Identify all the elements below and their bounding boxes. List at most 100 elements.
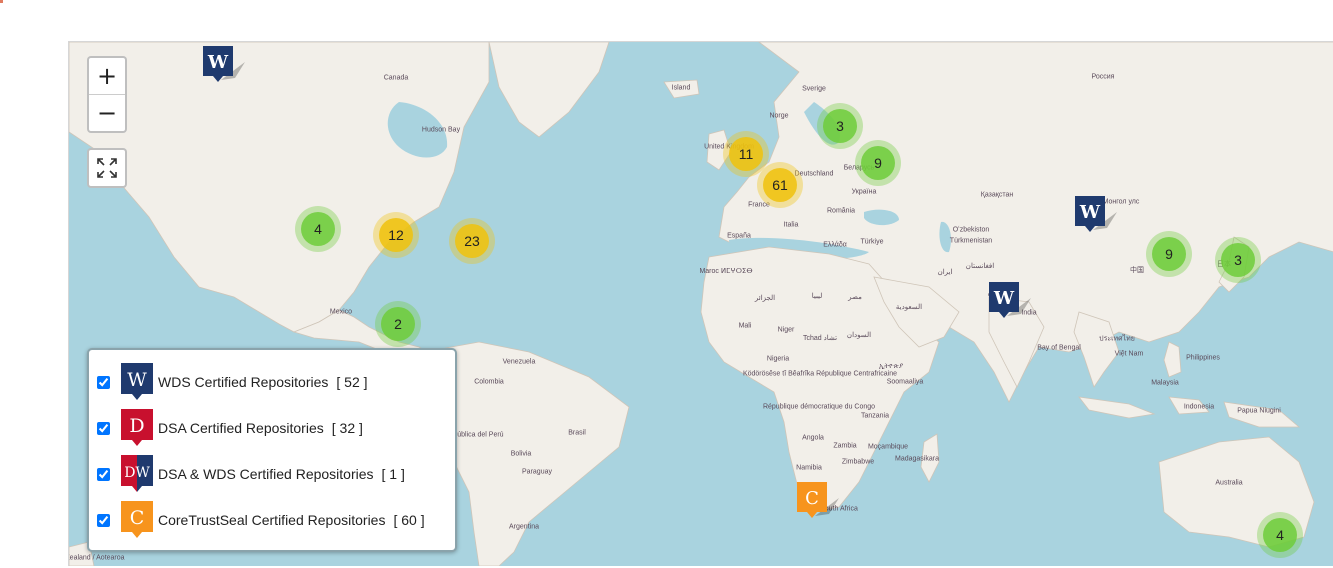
place-label: Namibia xyxy=(796,464,822,472)
place-label: السعودية xyxy=(895,304,923,311)
legend-count: [ 52 ] xyxy=(336,374,368,390)
wds-marker-icon: W xyxy=(203,46,245,82)
cluster-count: 3 xyxy=(1221,243,1255,277)
place-label: Hudson Bay xyxy=(421,126,461,134)
cluster-count: 61 xyxy=(763,168,797,202)
place-label: Malaysia xyxy=(1151,379,1179,387)
place-label: Madagasikara xyxy=(895,455,939,463)
wds-icon: W xyxy=(121,363,153,400)
place-label: Tanzania xyxy=(860,412,890,420)
place-label: Україна xyxy=(851,188,877,196)
cluster-marker[interactable]: 23 xyxy=(449,218,495,264)
place-label: Papua Niugini xyxy=(1237,407,1281,415)
marker-letter: C xyxy=(805,488,819,509)
cts-marker[interactable]: C xyxy=(795,480,841,524)
cluster-count: 2 xyxy=(381,307,415,341)
map-container[interactable]: Canada Island Sverige Norge Россия Hudson Bay… xyxy=(68,41,1333,566)
cluster-marker[interactable]: 2 xyxy=(375,301,421,347)
cluster-marker[interactable]: 4 xyxy=(295,206,341,252)
cluster-count: 3 xyxy=(823,109,857,143)
place-label: Việt Nam xyxy=(1114,350,1144,358)
place-label: Mali xyxy=(738,322,752,330)
place-label: Italia xyxy=(783,221,799,229)
cluster-marker[interactable]: 9 xyxy=(1146,231,1192,277)
place-label: Moçambique xyxy=(867,443,909,451)
legend-checkbox-dsa[interactable] xyxy=(97,421,110,435)
place-label: Angola xyxy=(802,434,824,442)
place-label: Niger xyxy=(777,326,795,334)
wds-marker[interactable]: W xyxy=(201,44,247,88)
legend-item-dsa: D DSA Certified Repositories [ 32 ] xyxy=(97,408,363,448)
cluster-count: 9 xyxy=(861,146,895,180)
place-label: Қазақстан xyxy=(980,191,1014,199)
place-label: Tchad تشاد xyxy=(802,335,838,342)
marker-letter: W xyxy=(993,288,1015,309)
place-label: Bay of Bengal xyxy=(1037,344,1081,352)
cts-marker-icon: C xyxy=(797,482,839,518)
place-label: Colombia xyxy=(474,378,504,386)
svg-text:DW: DW xyxy=(124,465,150,481)
legend-checkbox-dsa-wds[interactable] xyxy=(97,467,110,481)
legend-label: WDS Certified Repositories xyxy=(158,374,329,390)
legend-count: [ 32 ] xyxy=(331,420,363,436)
legend-label: DSA & WDS Certified Repositories xyxy=(158,466,374,482)
cluster-marker[interactable]: 12 xyxy=(373,212,419,258)
marker-letter: W xyxy=(207,52,229,73)
fullscreen-button[interactable] xyxy=(87,148,127,188)
cluster-count: 4 xyxy=(301,212,335,246)
place-label: Indonesia xyxy=(1183,403,1215,411)
place-label: România xyxy=(826,207,856,215)
svg-text:D: D xyxy=(129,415,144,437)
place-label: Sverige xyxy=(802,85,826,93)
wds-marker[interactable]: W xyxy=(987,280,1033,324)
cluster-marker[interactable]: 3 xyxy=(1215,237,1261,283)
place-label: ประเทศไทย xyxy=(1099,335,1135,343)
place-label: Island xyxy=(671,84,691,92)
cluster-count: 11 xyxy=(729,137,763,171)
place-label: Australia xyxy=(1215,479,1243,487)
place-label: Paraguay xyxy=(522,468,552,476)
legend-checkbox-wds[interactable] xyxy=(97,375,110,389)
cluster-count: 4 xyxy=(1263,518,1297,552)
wds-marker-icon: W xyxy=(1075,196,1117,232)
place-label: Bolivia xyxy=(510,450,532,458)
legend-panel: W WDS Certified Repositories [ 52 ] D DS… xyxy=(87,348,457,552)
cluster-marker[interactable]: 4 xyxy=(1257,512,1303,558)
place-label: Nigeria xyxy=(766,355,790,363)
place-label: Maroc ⵍⵎⵖⵔⵉⴱ xyxy=(699,268,753,275)
cluster-count: 9 xyxy=(1152,237,1186,271)
place-label: Soomaaliya xyxy=(886,378,924,386)
legend-checkbox-cts[interactable] xyxy=(97,513,110,527)
place-label: Canada xyxy=(383,74,409,82)
cts-icon: C xyxy=(121,501,153,538)
place-label: الجزائر xyxy=(754,295,776,302)
place-label: Türkmenistan xyxy=(949,237,993,245)
place-label: Zambia xyxy=(833,442,857,450)
cluster-marker[interactable]: 3 xyxy=(817,103,863,149)
svg-text:W: W xyxy=(127,369,147,391)
svg-text:C: C xyxy=(130,507,145,529)
fullscreen-icon xyxy=(97,158,117,178)
place-label: ایران xyxy=(937,269,953,276)
cluster-marker[interactable]: 9 xyxy=(855,140,901,186)
dsa-icon: D xyxy=(121,409,153,446)
place-label: Argentina xyxy=(509,523,539,531)
legend-label: DSA Certified Repositories xyxy=(158,420,324,436)
cluster-marker[interactable]: 61 xyxy=(757,162,803,208)
legend-label: CoreTrustSeal Certified Repositories xyxy=(158,512,386,528)
zoom-out-button[interactable]: − xyxy=(89,94,125,131)
cluster-count: 23 xyxy=(455,224,489,258)
place-label: 中国 xyxy=(1130,267,1144,274)
place-label: Zimbabwe xyxy=(841,458,875,466)
zoom-in-button[interactable]: + xyxy=(89,58,125,94)
place-label: Brasil xyxy=(568,429,586,437)
wds-marker-icon: W xyxy=(989,282,1031,318)
legend-count: [ 60 ] xyxy=(393,512,425,528)
dsa-wds-icon: DW xyxy=(121,455,153,492)
place-label: España xyxy=(727,232,751,240)
place-label: Türkiye xyxy=(860,238,884,246)
wds-marker[interactable]: W xyxy=(1073,194,1119,238)
place-label: Ködörösêse tî Bêafrîka République Centra… xyxy=(742,370,898,378)
place-label: مصر xyxy=(848,294,862,301)
place-label: السودان xyxy=(846,332,872,339)
